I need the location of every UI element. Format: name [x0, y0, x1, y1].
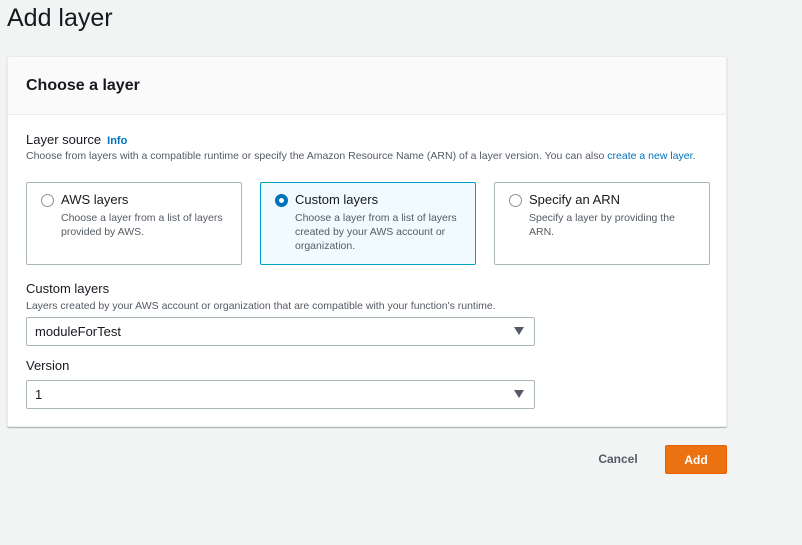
caret-down-icon — [514, 327, 524, 335]
option-custom-layers[interactable]: Custom layers Choose a layer from a list… — [260, 182, 476, 265]
layer-source-description: Choose from layers with a compatible run… — [26, 149, 706, 164]
create-new-layer-link[interactable]: create a new layer — [607, 150, 692, 162]
radio-aws-layers[interactable] — [41, 194, 54, 207]
cancel-button[interactable]: Cancel — [589, 446, 647, 472]
option-custom-layers-title: Custom layers — [295, 192, 379, 207]
option-specify-arn-title: Specify an ARN — [529, 192, 621, 207]
layer-source-description-text: Choose from layers with a compatible run… — [26, 150, 605, 162]
option-specify-arn-description: Specify a layer by providing the ARN. — [529, 212, 675, 238]
custom-layers-description: Layers created by your AWS account or or… — [26, 300, 496, 312]
option-aws-layers[interactable]: AWS layers Choose a layer from a list of… — [26, 182, 242, 265]
option-aws-layers-title: AWS layers — [61, 192, 129, 207]
link-suffix: . — [692, 150, 696, 162]
option-custom-layers-description: Choose a layer from a list of layers cre… — [295, 212, 457, 252]
layer-source-label: Layer source — [26, 132, 102, 147]
option-specify-arn[interactable]: Specify an ARN Specify a layer by provid… — [494, 182, 710, 265]
choose-layer-panel: Choose a layer Layer source Info Choose f… — [7, 56, 727, 427]
version-select[interactable]: 1 — [26, 380, 535, 409]
panel-header: Choose a layer — [8, 57, 726, 115]
page-title: Add layer — [7, 4, 113, 32]
version-label: Version — [26, 358, 70, 373]
custom-layers-label: Custom layers — [26, 281, 110, 296]
caret-down-icon — [514, 390, 524, 398]
custom-layers-select-value: moduleForTest — [35, 324, 121, 339]
radio-custom-layers[interactable] — [275, 194, 288, 207]
custom-layers-select[interactable]: moduleForTest — [26, 317, 535, 346]
panel-title: Choose a layer — [26, 76, 140, 94]
add-button[interactable]: Add — [665, 445, 727, 474]
layer-source-label-row: Layer source Info — [26, 132, 127, 147]
version-select-value: 1 — [35, 387, 43, 402]
option-aws-layers-description: Choose a layer from a list of layers pro… — [61, 212, 223, 238]
radio-specify-arn[interactable] — [509, 194, 522, 207]
info-link[interactable]: Info — [107, 135, 127, 147]
